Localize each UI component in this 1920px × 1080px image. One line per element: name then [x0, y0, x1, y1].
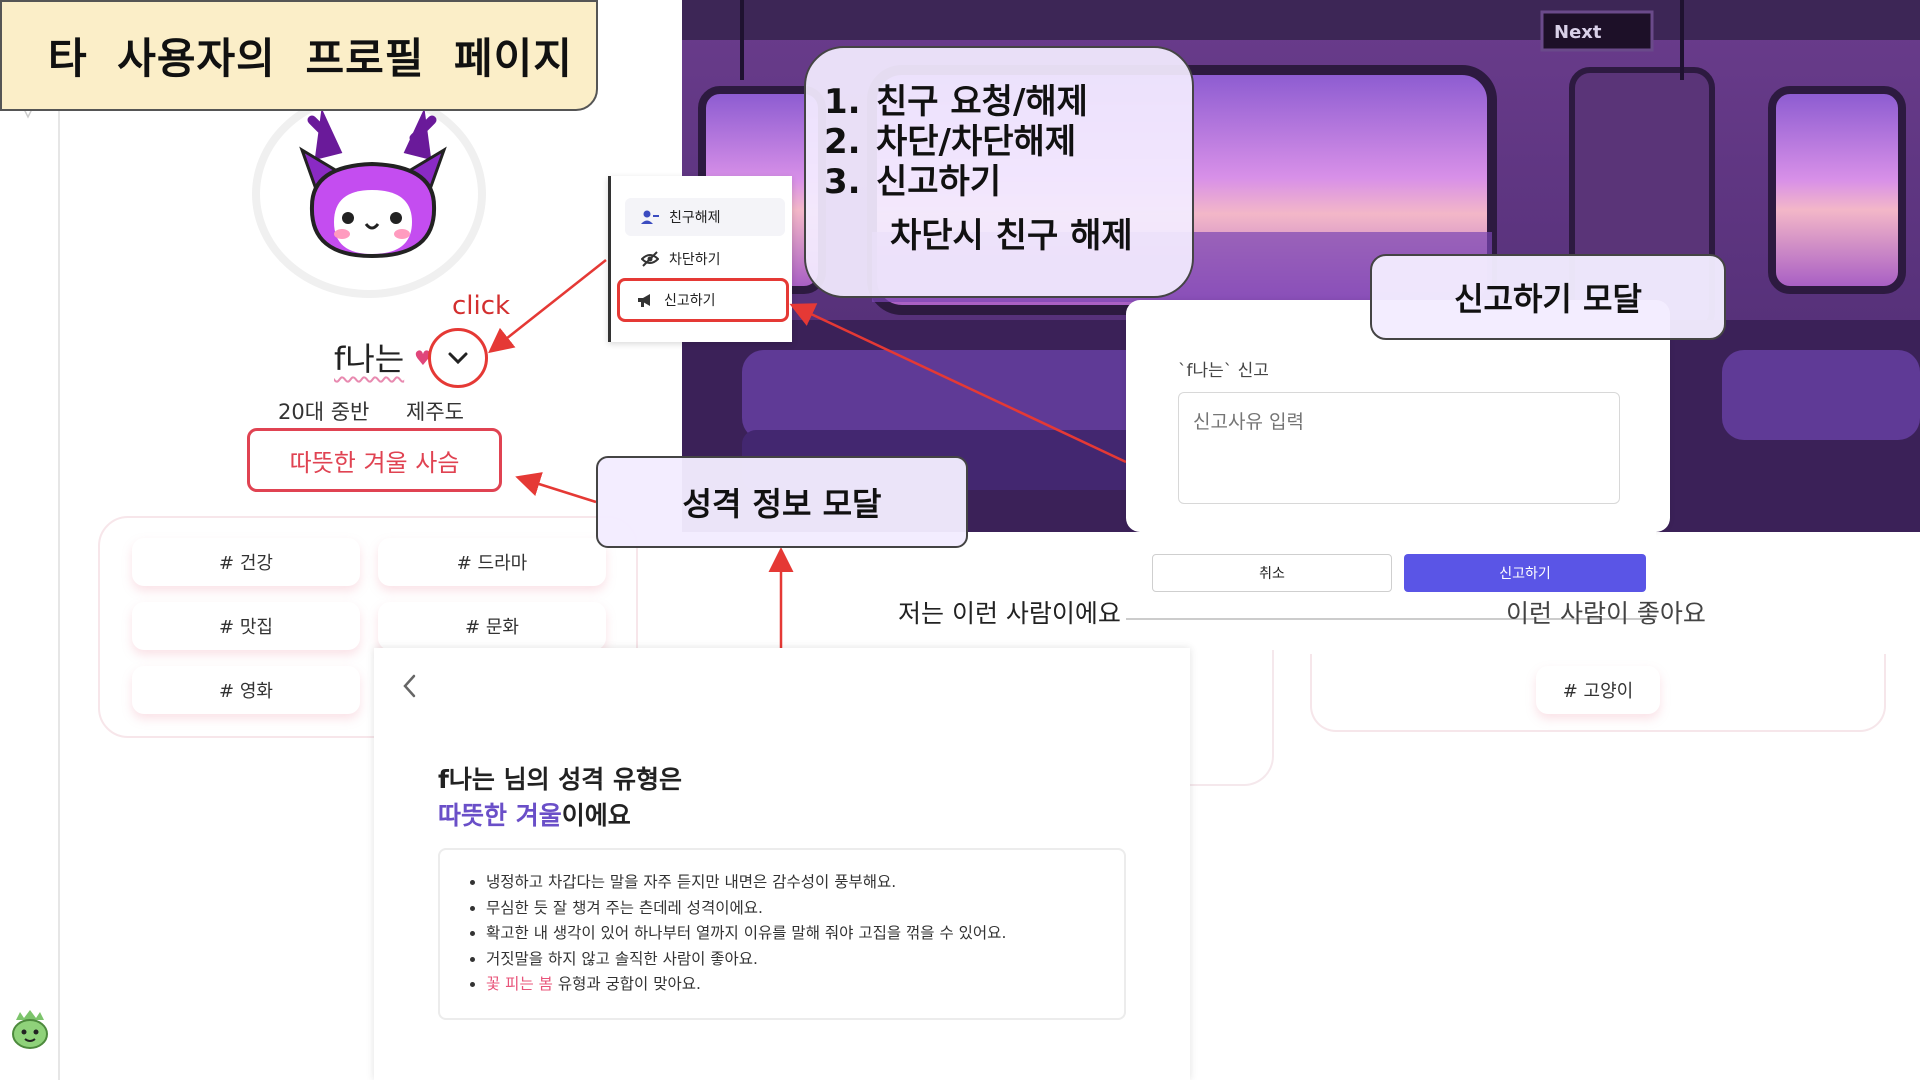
personality-description-box: 냉정하고 차갑다는 말을 자주 듣지만 내면은 감수성이 풍부해요. 무심한 듯…	[438, 848, 1126, 1020]
personality-title: f나는 님의 성격 유형은	[438, 765, 682, 794]
description-item: 거짓말을 하지 않고 솔직한 사람이 좋아요.	[486, 947, 1124, 973]
match-suffix: 유형과 궁합이 맞아요.	[552, 975, 701, 993]
description-item: 꽃 피는 봄 유형과 궁합이 맞아요.	[486, 972, 1124, 998]
note-item: 1. 친구 요청/해제	[824, 82, 1088, 122]
report-submit-button[interactable]: 신고하기	[1404, 554, 1646, 592]
description-item: 확고한 내 생각이 있어 하나부터 열까지 이유를 말해 줘야 고집을 꺾을 수…	[486, 921, 1124, 947]
preference-tag[interactable]: # 고양이	[1536, 666, 1660, 714]
cancel-button[interactable]: 취소	[1152, 554, 1392, 592]
personality-description-list: 냉정하고 차갑다는 말을 자주 듣지만 내면은 감수성이 풍부해요. 무심한 듯…	[440, 850, 1124, 998]
report-modal-label: `f나는` 신고	[1178, 361, 1269, 381]
section-heading-preferences: 이런 사람이 좋아요	[1506, 599, 1706, 628]
description-item: 무심한 듯 잘 챙겨 주는 츤데레 성격이에요.	[486, 896, 1124, 922]
back-chevron-icon[interactable]	[398, 672, 422, 700]
arrow-report-modal-to-menu	[789, 303, 1127, 464]
section-heading-about-me: 저는 이런 사람이에요	[898, 599, 1121, 628]
arrow-callout-to-button	[515, 472, 597, 504]
personality-type-suffix: 이에요	[561, 801, 631, 830]
match-type: 꽃 피는 봄	[486, 975, 553, 993]
report-modal-callout: 신고하기 모달	[1370, 254, 1726, 340]
personality-type-line: 따뜻한 겨울이에요	[438, 796, 631, 832]
arrow-dropdown-to-menu	[488, 259, 607, 354]
note-extra: 차단시 친구 해제	[890, 216, 1133, 256]
note-item: 2. 차단/차단해제	[824, 122, 1077, 162]
description-item: 냉정하고 차갑다는 말을 자주 듣지만 내면은 감수성이 풍부해요.	[486, 870, 1124, 896]
personality-modal-callout: 성격 정보 모달	[596, 456, 968, 548]
note-item: 3. 신고하기	[824, 162, 1002, 202]
feature-note-box: 1. 친구 요청/해제 2. 차단/차단해제 3. 신고하기 차단시 친구 해제	[804, 46, 1194, 298]
personality-type-name: 따뜻한 겨울	[438, 801, 562, 830]
report-reason-input[interactable]	[1178, 392, 1620, 504]
